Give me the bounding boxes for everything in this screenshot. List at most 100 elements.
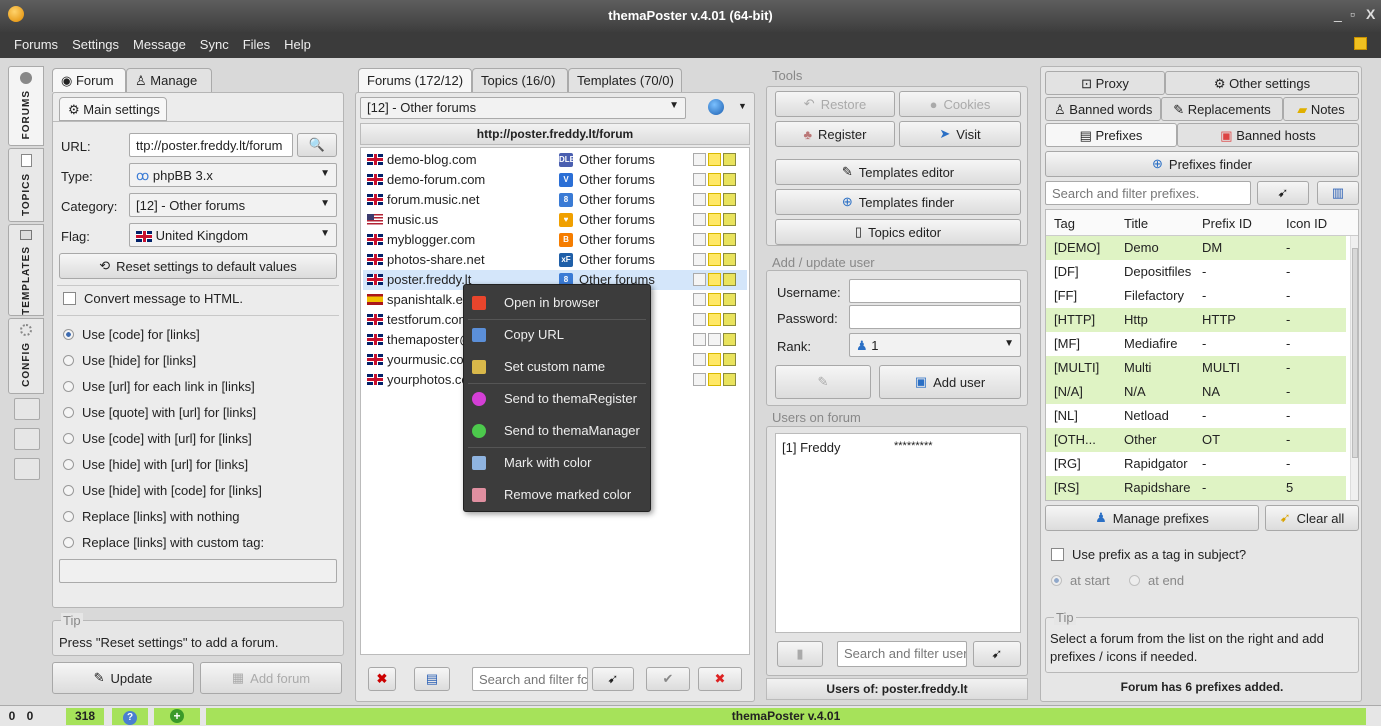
- manage-prefixes-button[interactable]: ♟ Manage prefixes: [1045, 505, 1259, 531]
- note-icon[interactable]: [708, 233, 721, 246]
- menu-sync[interactable]: Sync: [200, 37, 229, 52]
- link-option-radio[interactable]: Replace [links] with custom tag:: [63, 535, 264, 550]
- template-icon[interactable]: [723, 253, 736, 266]
- prefixes-finder-button[interactable]: ⊕ Prefixes finder: [1045, 151, 1359, 177]
- category-select[interactable]: [12] - Other forums ▼: [129, 193, 337, 217]
- col-title[interactable]: Title: [1124, 216, 1148, 231]
- template-icon[interactable]: [723, 353, 736, 366]
- comment-icon[interactable]: [693, 313, 706, 326]
- template-icon[interactable]: [723, 313, 736, 326]
- reset-settings-button[interactable]: ⟲ Reset settings to default values: [59, 253, 337, 279]
- scroll-thumb[interactable]: [1352, 248, 1358, 458]
- restore-button-tool[interactable]: ↶ Restore: [775, 91, 895, 117]
- tab-prefixes[interactable]: ▤ Prefixes: [1045, 123, 1177, 147]
- use-prefix-checkbox[interactable]: Use prefix as a tag in subject?: [1051, 547, 1246, 562]
- comment-icon[interactable]: [693, 273, 706, 286]
- template-icon[interactable]: [723, 333, 736, 346]
- col-icon-id[interactable]: Icon ID: [1286, 216, 1327, 231]
- confirm-button[interactable]: ✔: [646, 667, 690, 691]
- comment-icon[interactable]: [693, 373, 706, 386]
- update-button[interactable]: ✎ Update: [52, 662, 194, 694]
- comment-icon[interactable]: [693, 193, 706, 206]
- tab-proxy[interactable]: ⊡ Proxy: [1045, 71, 1165, 95]
- templates-finder-button[interactable]: ⊕ Templates finder: [775, 189, 1021, 215]
- col-prefix-id[interactable]: Prefix ID: [1202, 216, 1252, 231]
- url-search-button[interactable]: 🔍: [297, 133, 337, 157]
- flag-select[interactable]: United Kingdom ▼: [129, 223, 337, 247]
- note-icon[interactable]: [708, 153, 721, 166]
- chevron-down-icon[interactable]: ▼: [738, 101, 747, 111]
- template-icon[interactable]: [723, 173, 736, 186]
- add-user-button[interactable]: ▣ Add user: [879, 365, 1021, 399]
- vtab-topics[interactable]: TOPICS: [8, 148, 44, 222]
- prefix-row[interactable]: [RG] Rapidgator - -: [1046, 452, 1346, 476]
- comment-icon[interactable]: [693, 213, 706, 226]
- topics-editor-button[interactable]: ▯ Topics editor: [775, 219, 1021, 245]
- delete-user-button[interactable]: ▮: [777, 641, 823, 667]
- prefix-row[interactable]: [DF] Depositfiles - -: [1046, 260, 1346, 284]
- tab-forums[interactable]: Forums (172/12): [358, 68, 472, 92]
- close-button[interactable]: X: [1366, 6, 1375, 22]
- link-option-radio[interactable]: Use [hide] with [url] for [links]: [63, 457, 248, 472]
- list-view-button[interactable]: ▤: [414, 667, 450, 691]
- prefix-row[interactable]: [MULTI] Multi MULTI -: [1046, 356, 1346, 380]
- delete-forum-button[interactable]: ✖: [368, 667, 396, 691]
- comment-icon[interactable]: [693, 173, 706, 186]
- template-icon[interactable]: [723, 153, 736, 166]
- comment-icon[interactable]: [693, 353, 706, 366]
- template-icon[interactable]: [723, 213, 736, 226]
- username-input[interactable]: [849, 279, 1021, 303]
- tab-templates[interactable]: Templates (70/0): [568, 68, 682, 92]
- col-tag[interactable]: Tag: [1054, 216, 1075, 231]
- restore-button[interactable]: ▫: [1350, 6, 1355, 22]
- comment-icon[interactable]: [693, 293, 706, 306]
- forum-row[interactable]: demo-blog.com DLE Other forums: [363, 150, 747, 170]
- prefix-row[interactable]: [OTH... Other OT -: [1046, 428, 1346, 452]
- url-input[interactable]: ttp://poster.freddy.lt/forum: [129, 133, 293, 157]
- tab-other-settings[interactable]: ⚙ Other settings: [1165, 71, 1359, 95]
- prefix-filter-button[interactable]: ➹: [1257, 181, 1309, 205]
- menu-extra-icon[interactable]: [1354, 37, 1367, 50]
- note-icon[interactable]: [708, 273, 721, 286]
- prefix-scrollbar[interactable]: [1350, 236, 1358, 500]
- window-tool-icon[interactable]: [14, 428, 40, 450]
- at-end-radio[interactable]: at end: [1129, 573, 1184, 588]
- template-icon[interactable]: [723, 193, 736, 206]
- tab-notes[interactable]: ▰ Notes: [1283, 97, 1359, 121]
- prefix-row[interactable]: [HTTP] Http HTTP -: [1046, 308, 1346, 332]
- password-input[interactable]: [849, 305, 1021, 329]
- comment-icon[interactable]: [693, 233, 706, 246]
- forum-row[interactable]: photos-share.net xF Other forums: [363, 250, 747, 270]
- context-item[interactable]: Send to themaRegister: [464, 383, 650, 414]
- template-icon[interactable]: [723, 373, 736, 386]
- clear-all-button[interactable]: ➹ Clear all: [1265, 505, 1359, 531]
- prefix-row[interactable]: [DEMO] Demo DM -: [1046, 236, 1346, 260]
- context-item[interactable]: Remove marked color: [464, 479, 650, 510]
- at-start-radio[interactable]: at start: [1051, 573, 1110, 588]
- tab-replacements[interactable]: ✎ Replacements: [1161, 97, 1283, 121]
- prefix-row[interactable]: [MF] Mediafire - -: [1046, 332, 1346, 356]
- note-icon[interactable]: [708, 313, 721, 326]
- user-name[interactable]: [1] Freddy: [782, 440, 841, 455]
- custom-tag-input[interactable]: [59, 559, 337, 583]
- note-icon[interactable]: [708, 373, 721, 386]
- globe-icon[interactable]: [708, 99, 724, 115]
- prefix-row[interactable]: [FF] Filefactory - -: [1046, 284, 1346, 308]
- link-option-radio[interactable]: Use [code] with [url] for [links]: [63, 431, 252, 446]
- menu-files[interactable]: Files: [243, 37, 270, 52]
- menu-settings[interactable]: Settings: [72, 37, 119, 52]
- note-icon[interactable]: [708, 173, 721, 186]
- add-forum-button[interactable]: ▦ Add forum: [200, 662, 342, 694]
- note-icon[interactable]: [708, 253, 721, 266]
- vtab-config[interactable]: CONFIG: [8, 318, 44, 394]
- prefix-row[interactable]: [N/A] N/A NA -: [1046, 380, 1346, 404]
- prefix-search-input[interactable]: Search and filter prefixes.: [1045, 181, 1251, 205]
- link-option-radio[interactable]: Replace [links] with nothing: [63, 509, 240, 524]
- note-icon[interactable]: [708, 293, 721, 306]
- tab-banned-words[interactable]: ♙ Banned words: [1045, 97, 1161, 121]
- templates-editor-button[interactable]: ✎ Templates editor: [775, 159, 1021, 185]
- forum-row[interactable]: forum.music.net 8 Other forums: [363, 190, 747, 210]
- minimize-button[interactable]: _: [1334, 6, 1342, 22]
- type-select[interactable]: ꝏ phpBB 3.x ▼: [129, 163, 337, 187]
- prefix-row[interactable]: [NL] Netload - -: [1046, 404, 1346, 428]
